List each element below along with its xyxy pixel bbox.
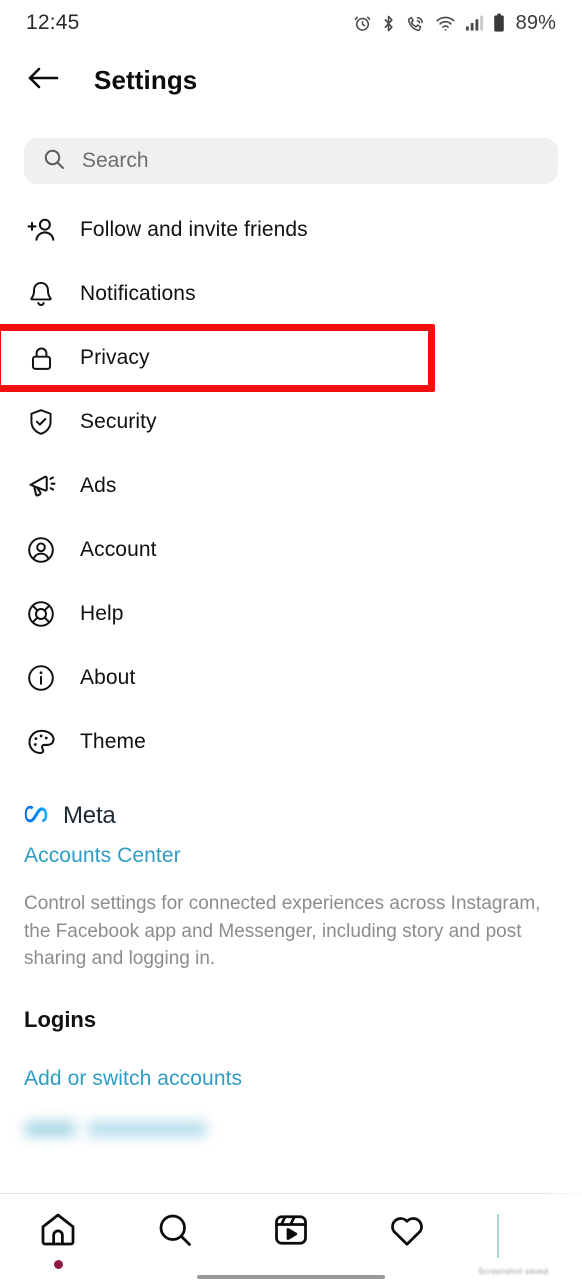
cellular-signal-icon <box>465 14 484 32</box>
menu-item-about[interactable]: About <box>0 646 582 710</box>
menu-item-help[interactable]: Help <box>0 582 582 646</box>
settings-menu-list: Follow and invite friends Notifications … <box>0 184 582 774</box>
meta-section: Meta Accounts Center Control settings fo… <box>0 774 582 973</box>
battery-percent: 89% <box>515 11 556 34</box>
reels-icon <box>271 1210 311 1255</box>
bottom-navigation-bar: Screenshot saved <box>0 1194 582 1286</box>
privacy-highlight-annotation <box>0 324 435 392</box>
phone-screen: 12:45 89% Settings Search Follow and inv… <box>0 0 582 1286</box>
meta-branding: Meta <box>24 802 558 830</box>
battery-icon <box>493 13 505 33</box>
logins-section: Logins Add or switch accounts <box>0 973 582 1137</box>
megaphone-icon <box>24 469 58 503</box>
status-time: 12:45 <box>26 11 80 34</box>
menu-item-privacy[interactable]: Privacy <box>0 324 582 392</box>
menu-item-theme[interactable]: Theme <box>0 710 582 774</box>
search-section: Search <box>0 114 582 184</box>
search-placeholder: Search <box>82 149 149 172</box>
accounts-center-link[interactable]: Accounts Center <box>24 844 181 868</box>
search-icon <box>42 147 66 176</box>
menu-item-label: Privacy <box>80 346 150 369</box>
search-icon <box>155 1210 195 1255</box>
wifi-calling-icon <box>405 14 426 33</box>
nav-reels[interactable] <box>233 1210 349 1255</box>
menu-item-security[interactable]: Security <box>0 390 582 454</box>
menu-item-follow-and-invite-friends[interactable]: Follow and invite friends <box>0 198 582 262</box>
menu-item-ads[interactable]: Ads <box>0 454 582 518</box>
menu-item-label: Notifications <box>80 282 196 305</box>
back-arrow-icon <box>26 64 60 97</box>
add-or-switch-accounts-link[interactable]: Add or switch accounts <box>24 1067 242 1091</box>
meta-brand-name: Meta <box>63 802 116 829</box>
add-person-icon <box>24 213 58 247</box>
menu-item-label: Security <box>80 410 157 433</box>
wifi-icon <box>435 15 456 32</box>
screenshot-toast-text: Screenshot saved <box>478 1267 549 1276</box>
nav-activity[interactable] <box>349 1210 465 1255</box>
nav-search[interactable] <box>116 1210 232 1255</box>
menu-item-label: Ads <box>80 474 117 497</box>
paint-palette-icon <box>24 725 58 759</box>
menu-item-label: Account <box>80 538 157 561</box>
back-button[interactable] <box>24 61 62 99</box>
bluetooth-icon <box>381 14 396 33</box>
home-icon <box>38 1210 78 1255</box>
nav-home[interactable] <box>0 1210 116 1269</box>
heart-icon <box>387 1210 427 1255</box>
meta-infinity-icon <box>24 803 54 830</box>
menu-item-account[interactable]: Account <box>0 518 582 582</box>
menu-item-label: Follow and invite friends <box>80 218 308 241</box>
logins-heading: Logins <box>24 1006 97 1032</box>
gesture-home-bar[interactable] <box>197 1275 385 1279</box>
lock-icon <box>24 341 58 375</box>
search-input[interactable]: Search <box>24 138 558 184</box>
status-bar: 12:45 89% <box>0 0 582 46</box>
alarm-icon <box>353 14 372 33</box>
status-icon-group: 89% <box>353 12 556 35</box>
person-circle-icon <box>24 533 58 567</box>
life-ring-icon <box>24 597 58 631</box>
menu-item-notifications[interactable]: Notifications <box>0 262 582 326</box>
home-notification-badge <box>53 1260 63 1269</box>
menu-item-label: Theme <box>80 730 146 753</box>
menu-item-label: About <box>80 666 136 689</box>
bell-icon <box>24 277 58 311</box>
blurred-account-name[interactable] <box>24 1120 210 1137</box>
shield-check-icon <box>24 405 58 439</box>
text-cursor-artifact <box>497 1214 499 1258</box>
app-header: Settings <box>0 46 582 114</box>
info-circle-icon <box>24 661 58 695</box>
menu-item-label: Help <box>80 602 124 625</box>
meta-description: Control settings for connected experienc… <box>24 893 541 970</box>
page-title: Settings <box>94 64 198 95</box>
